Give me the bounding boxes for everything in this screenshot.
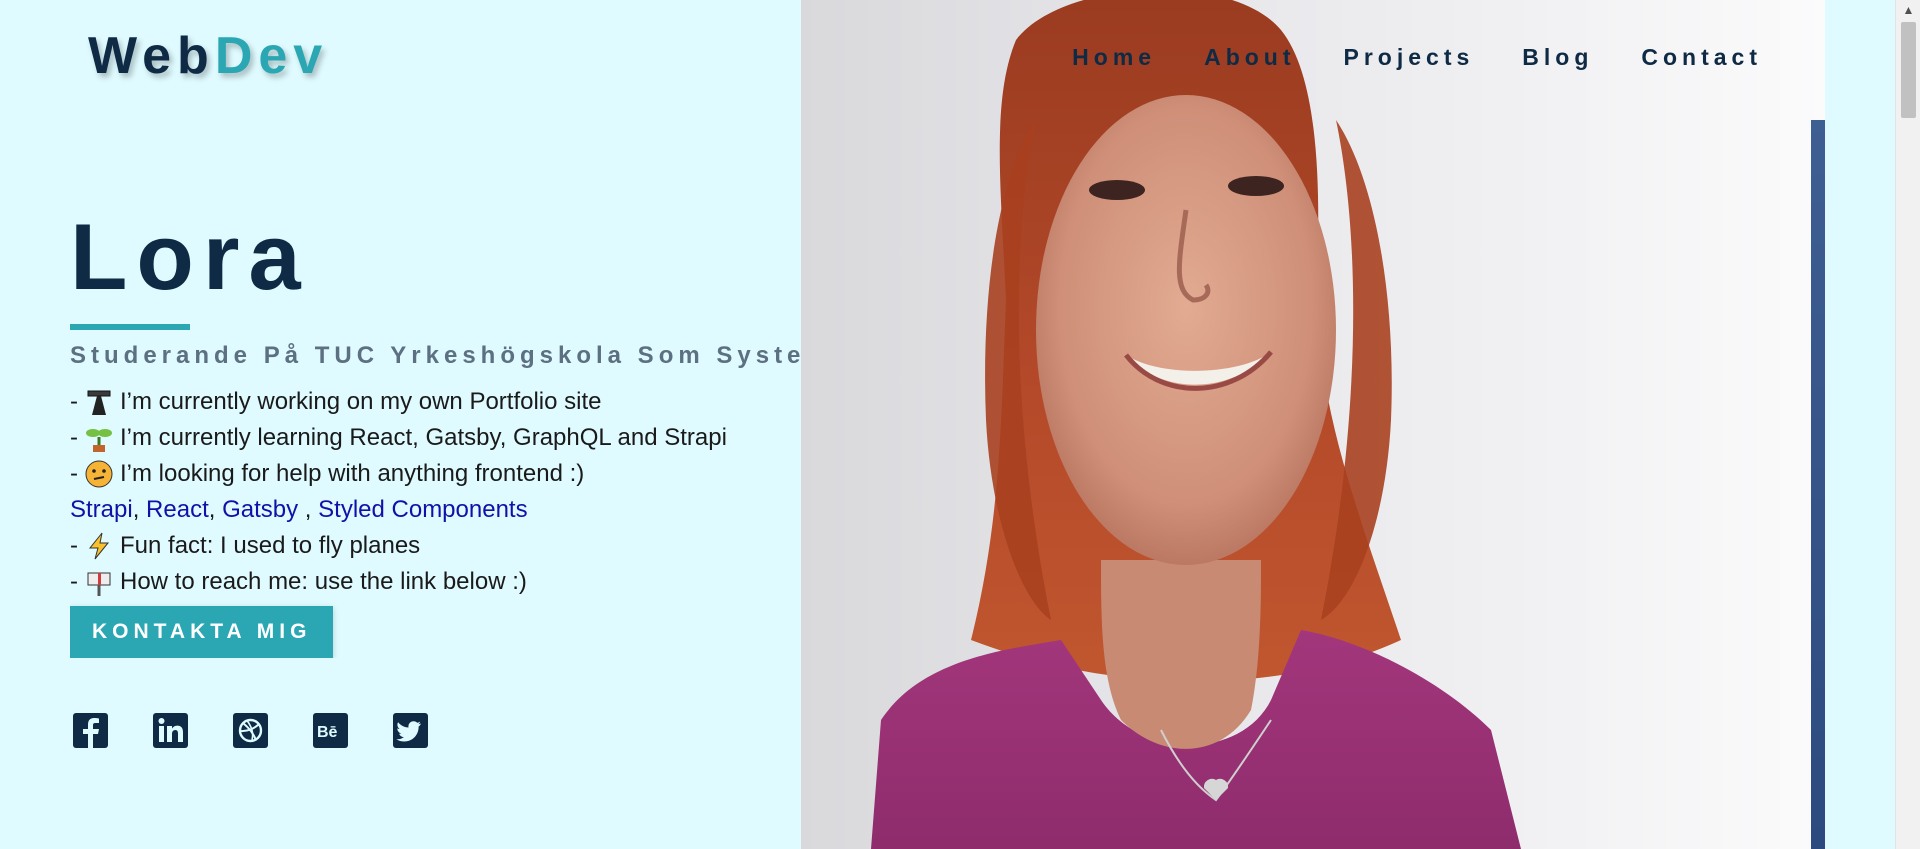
- nav-link-contact[interactable]: Contact: [1641, 44, 1762, 71]
- contact-me-button[interactable]: KONTAKTA MIG: [70, 606, 334, 658]
- bio-line-text: How to reach me: use the link below :): [120, 568, 527, 595]
- line-prefix: -: [70, 388, 78, 415]
- logo-part-dev: Dev: [214, 27, 329, 85]
- link-styled-components[interactable]: Styled Components: [318, 492, 527, 528]
- link-react[interactable]: React: [146, 492, 209, 528]
- bio-line-text: I’m looking for help with anything front…: [120, 460, 585, 487]
- bio-line-help: - I’m looking for help with anything fro…: [70, 456, 801, 492]
- link-strapi[interactable]: Strapi: [70, 492, 133, 528]
- bio-line-working: - I’m currently working on my own Portfo…: [70, 384, 801, 420]
- name-underline: [70, 324, 190, 330]
- main-nav: Home About Projects Blog Contact: [1072, 44, 1762, 71]
- facebook-icon[interactable]: [72, 712, 109, 749]
- bio-line-text: I’m currently working on my own Portfoli…: [120, 388, 602, 415]
- svg-text:Bē: Bē: [317, 724, 338, 741]
- bio-line-reach: - How to reach me: use the link below :): [70, 564, 801, 600]
- social-links: Bē: [72, 712, 429, 749]
- intro-section: Lora Studerande På TUC Yrkeshögskola Som…: [70, 210, 801, 658]
- dribbble-icon[interactable]: [232, 712, 269, 749]
- linkedin-icon[interactable]: [152, 712, 189, 749]
- hero-name: Lora: [70, 210, 310, 309]
- bio-line-text: I’m currently learning React, Gatsby, Gr…: [120, 424, 727, 451]
- line-prefix: -: [70, 532, 78, 559]
- tech-links: Strapi, React, Gatsby , Styled Component…: [70, 492, 801, 528]
- bio-line-learning: - I’m currently learning React, Gatsby, …: [70, 420, 801, 456]
- bio-line-text: Fun fact: I used to fly planes: [120, 532, 421, 559]
- link-gatsby[interactable]: Gatsby: [222, 492, 298, 528]
- scrollbar-thumb[interactable]: [1901, 22, 1916, 118]
- seedling-icon: [86, 429, 112, 452]
- scroll-up-arrow-icon[interactable]: ▲: [1896, 0, 1920, 20]
- nav-link-about[interactable]: About: [1204, 44, 1295, 71]
- line-prefix: -: [70, 424, 78, 451]
- bio-list: - I’m currently working on my own Portfo…: [70, 384, 801, 600]
- portrait-illustration: [871, 0, 1521, 849]
- nav-link-home[interactable]: Home: [1072, 44, 1156, 71]
- thinking-face-icon: [85, 460, 113, 488]
- line-prefix: -: [70, 460, 78, 487]
- curtain-edge: [1811, 120, 1825, 849]
- telescope-icon: [87, 390, 111, 415]
- hero-photo: [801, 0, 1825, 849]
- twitter-icon[interactable]: [392, 712, 429, 749]
- behance-icon[interactable]: Bē: [312, 712, 349, 749]
- nav-link-blog[interactable]: Blog: [1522, 44, 1593, 71]
- page-scrollbar[interactable]: ▲: [1895, 0, 1920, 849]
- hero-subtitle: Studerande På TUC Yrkeshögskola Som Syst…: [70, 342, 801, 369]
- logo-part-web: Web: [88, 27, 215, 85]
- lightning-icon: [88, 532, 110, 560]
- line-prefix: -: [70, 568, 78, 595]
- site-logo[interactable]: WebDev: [88, 26, 328, 86]
- nav-link-projects[interactable]: Projects: [1344, 44, 1475, 71]
- bio-line-fun-fact: - Fun fact: I used to fly planes: [70, 528, 801, 564]
- mailbox-icon: [87, 572, 111, 596]
